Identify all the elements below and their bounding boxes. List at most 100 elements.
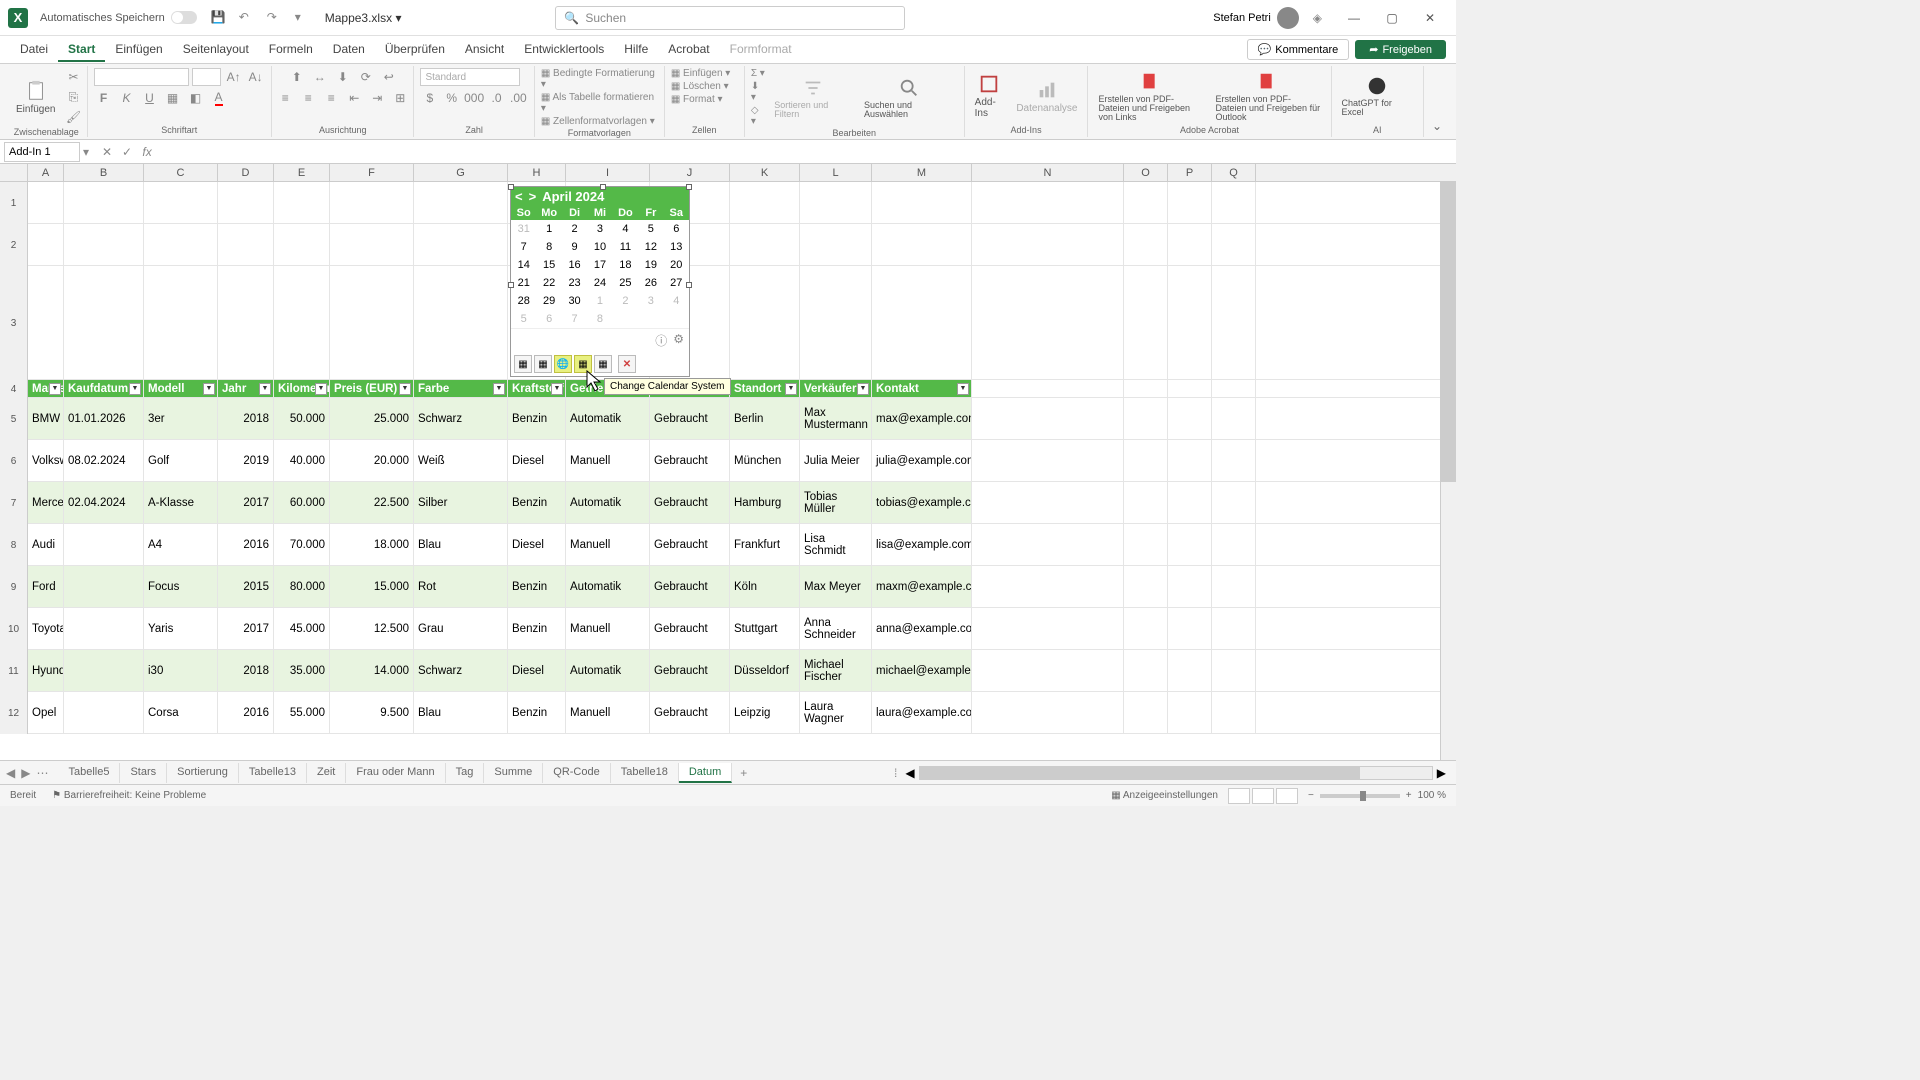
sheet-tab[interactable]: Tabelle5 xyxy=(58,763,120,783)
name-box[interactable]: Add-In 1 xyxy=(4,142,80,162)
row-header[interactable]: 11 xyxy=(0,650,28,692)
calendar-day[interactable]: 2 xyxy=(613,292,638,310)
cell[interactable] xyxy=(414,224,508,265)
column-header[interactable]: J xyxy=(650,164,730,181)
select-all-corner[interactable] xyxy=(0,164,28,181)
format-cells-button[interactable]: ▦ Format ▾ xyxy=(671,94,723,105)
minimize-button[interactable]: — xyxy=(1336,4,1372,32)
table-cell[interactable]: 80.000 xyxy=(274,566,330,607)
filter-arrow-icon[interactable]: ▼ xyxy=(785,383,797,395)
close-button[interactable]: ✕ xyxy=(1412,4,1448,32)
sheet-tab[interactable]: Sortierung xyxy=(167,763,239,783)
find-select-button[interactable]: Suchen und Auswählen xyxy=(860,75,958,121)
table-cell[interactable]: Automatik xyxy=(566,566,650,607)
tab-acrobat[interactable]: Acrobat xyxy=(658,38,719,62)
calendar-day[interactable]: 22 xyxy=(536,274,561,292)
table-cell[interactable]: maxm@example.com xyxy=(872,566,972,607)
table-cell[interactable]: Automatik xyxy=(566,482,650,523)
table-cell[interactable]: Gebraucht xyxy=(650,440,730,481)
table-cell[interactable]: Corsa xyxy=(144,692,218,733)
calendar-day[interactable]: 12 xyxy=(638,238,663,256)
currency-icon[interactable]: $ xyxy=(420,89,439,107)
table-cell[interactable]: i30 xyxy=(144,650,218,691)
sheet-nav-next-icon[interactable]: ▶ xyxy=(21,766,30,780)
cell[interactable] xyxy=(274,266,330,379)
column-header[interactable]: Q xyxy=(1212,164,1256,181)
sheet-tab[interactable]: QR-Code xyxy=(543,763,610,783)
table-cell[interactable]: 12.500 xyxy=(330,608,414,649)
tab-hilfe[interactable]: Hilfe xyxy=(614,38,658,62)
table-cell[interactable]: Gebraucht xyxy=(650,650,730,691)
column-header[interactable]: D xyxy=(218,164,274,181)
tab-datei[interactable]: Datei xyxy=(10,38,58,62)
table-header[interactable]: Farbe▼ xyxy=(414,380,508,397)
align-bottom-icon[interactable]: ⬇ xyxy=(333,68,353,86)
filter-arrow-icon[interactable]: ▼ xyxy=(203,383,215,395)
decrease-decimal-icon[interactable]: .00 xyxy=(509,89,528,107)
table-cell[interactable]: max@example.com xyxy=(872,398,972,439)
filter-arrow-icon[interactable]: ▼ xyxy=(49,383,61,395)
calendar-day[interactable]: 3 xyxy=(638,292,663,310)
calendar-day[interactable]: 16 xyxy=(562,256,587,274)
cell[interactable] xyxy=(800,224,872,265)
calendar-close-button[interactable]: ✕ xyxy=(618,355,636,373)
row-header[interactable]: 7 xyxy=(0,482,28,524)
table-cell[interactable] xyxy=(64,692,144,733)
data-analysis-button[interactable]: Datenanalyse xyxy=(1012,77,1081,116)
table-cell[interactable]: Köln xyxy=(730,566,800,607)
sheet-tab[interactable]: Frau oder Mann xyxy=(346,763,445,783)
table-cell[interactable]: München xyxy=(730,440,800,481)
table-cell[interactable]: 3er xyxy=(144,398,218,439)
cell[interactable] xyxy=(144,182,218,223)
formula-input[interactable] xyxy=(162,142,1456,162)
align-right-icon[interactable]: ≡ xyxy=(321,89,341,107)
table-cell[interactable]: 2018 xyxy=(218,650,274,691)
font-name-combo[interactable] xyxy=(94,68,190,86)
row-header[interactable]: 12 xyxy=(0,692,28,734)
calendar-settings-icon[interactable]: ⚙ xyxy=(673,332,684,349)
row-header[interactable]: 5 xyxy=(0,398,28,440)
calendar-day[interactable]: 5 xyxy=(511,310,536,328)
filename[interactable]: Mappe3.xlsx ▾ xyxy=(325,11,402,25)
calendar-day[interactable]: 1 xyxy=(587,292,612,310)
calendar-day[interactable]: 4 xyxy=(664,292,689,310)
table-cell[interactable]: Gebraucht xyxy=(650,524,730,565)
table-header[interactable]: Preis (EUR)▼ xyxy=(330,380,414,397)
column-header[interactable]: E xyxy=(274,164,330,181)
filter-arrow-icon[interactable]: ▼ xyxy=(315,383,327,395)
table-cell[interactable]: Gebraucht xyxy=(650,566,730,607)
column-header[interactable]: P xyxy=(1168,164,1212,181)
diamond-icon[interactable]: ◈ xyxy=(1313,11,1322,25)
calendar-day[interactable]: 20 xyxy=(664,256,689,274)
table-cell[interactable]: Benzin xyxy=(508,566,566,607)
table-cell[interactable]: 14.000 xyxy=(330,650,414,691)
table-cell[interactable]: Laura Wagner xyxy=(800,692,872,733)
sort-filter-button[interactable]: Sortieren und Filtern xyxy=(770,75,856,121)
table-cell[interactable] xyxy=(64,566,144,607)
conditional-formatting-button[interactable]: ▦ Bedingte Formatierung ▾ xyxy=(541,68,658,90)
insert-cells-button[interactable]: ▦ Einfügen ▾ xyxy=(671,68,731,79)
table-cell[interactable]: Gebraucht xyxy=(650,482,730,523)
table-header[interactable]: Marke▼ xyxy=(28,380,64,397)
font-size-combo[interactable] xyxy=(192,68,221,86)
calendar-prev-button[interactable]: < xyxy=(515,189,523,204)
table-cell[interactable]: 40.000 xyxy=(274,440,330,481)
calendar-day[interactable]: 13 xyxy=(664,238,689,256)
zoom-slider[interactable] xyxy=(1320,794,1400,798)
table-cell[interactable]: 08.02.2024 xyxy=(64,440,144,481)
calendar-day[interactable]: 2 xyxy=(562,220,587,238)
table-cell[interactable]: 22.500 xyxy=(330,482,414,523)
cell[interactable] xyxy=(1168,224,1212,265)
tab-formformat[interactable]: Formformat xyxy=(720,38,802,62)
tab-ansicht[interactable]: Ansicht xyxy=(455,38,514,62)
table-cell[interactable]: 2016 xyxy=(218,524,274,565)
calendar-tool-1[interactable]: ▦ xyxy=(514,355,532,373)
table-cell[interactable]: Berlin xyxy=(730,398,800,439)
row-header[interactable]: 2 xyxy=(0,224,28,266)
sheet-tab[interactable]: Zeit xyxy=(307,763,346,783)
table-cell[interactable]: 2019 xyxy=(218,440,274,481)
table-cell[interactable]: Max Meyer xyxy=(800,566,872,607)
calendar-tool-4[interactable]: ▦ xyxy=(574,355,592,373)
user-account[interactable]: Stefan Petri xyxy=(1213,7,1298,29)
cell[interactable] xyxy=(872,182,972,223)
